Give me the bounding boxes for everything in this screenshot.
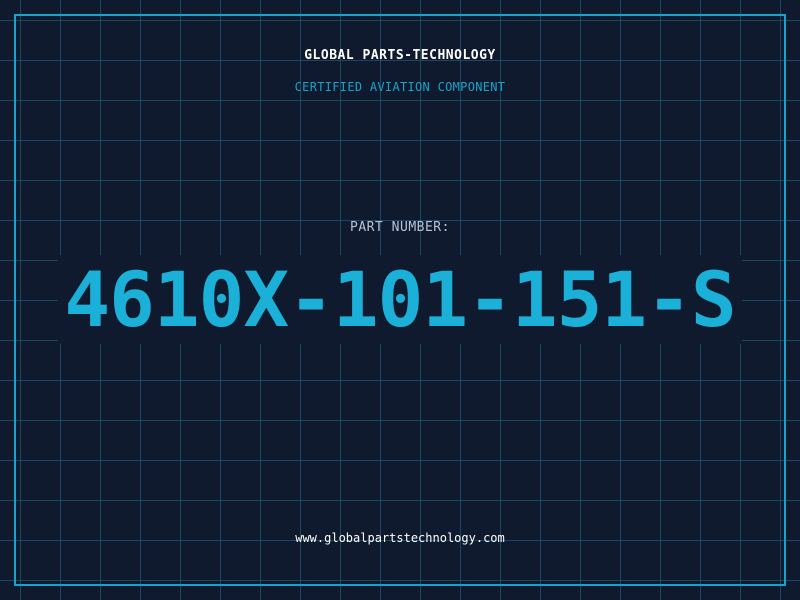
certification-subtitle: CERTIFIED AVIATION COMPONENT — [294, 80, 506, 94]
part-number-value: 4610X-101-151-S — [58, 255, 742, 344]
part-number-display: 4610X-101-151-S — [0, 255, 800, 344]
part-number-label: PART NUMBER: — [350, 220, 450, 235]
website-link[interactable]: www.globalpartstechnology.com — [0, 531, 800, 545]
company-name: GLOBAL PARTS-TECHNOLOGY — [304, 48, 496, 63]
